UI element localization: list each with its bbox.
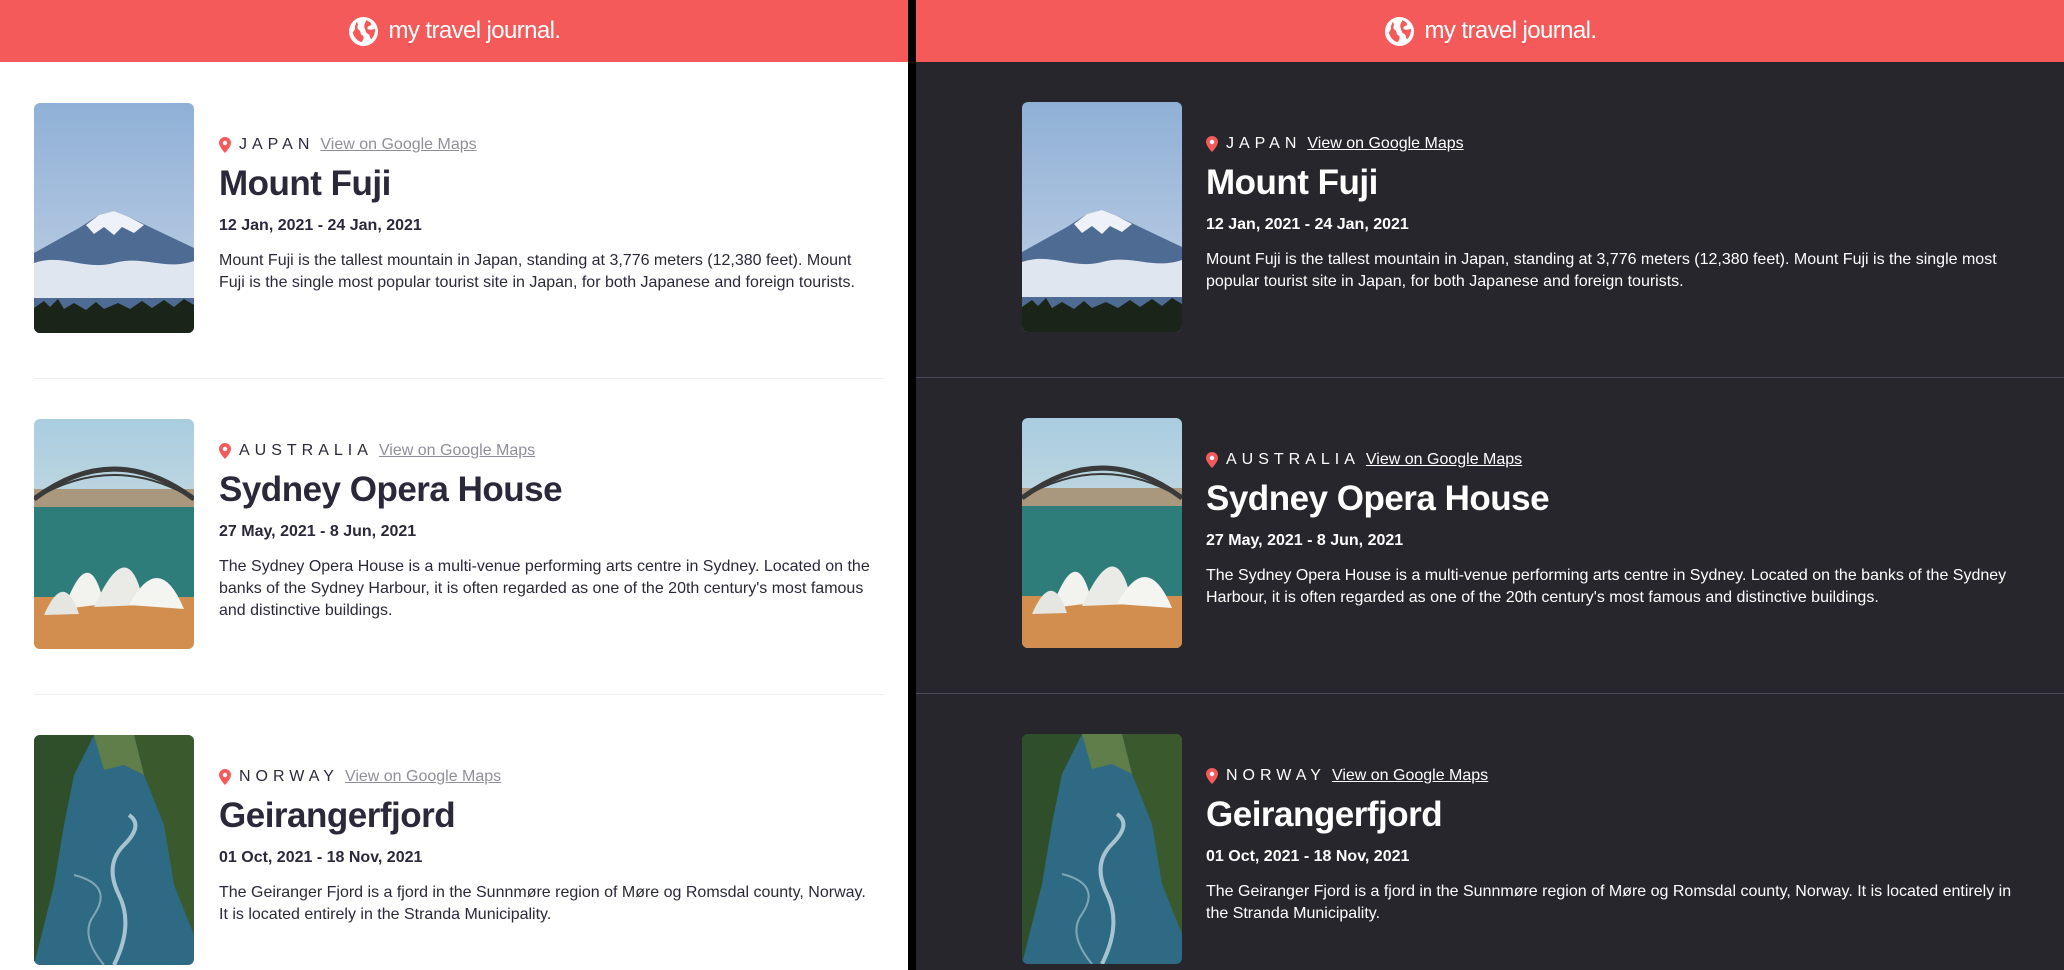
comparison-stage: my travel journal. JAPAN View on Google …: [0, 0, 2064, 970]
location-pin-icon: [1206, 136, 1218, 152]
entry-info: JAPAN View on Google Maps Mount Fuji 12 …: [219, 134, 879, 294]
google-maps-link[interactable]: View on Google Maps: [1332, 767, 1488, 785]
entry-title: Sydney Opera House: [1206, 479, 1550, 518]
geirangerfjord-photo: [1022, 734, 1182, 964]
dark-theme-panel: my travel journal. JAPAN View on Google …: [916, 0, 2064, 970]
entry-info: AUSTRALIA View on Google Maps Sydney Ope…: [219, 440, 879, 622]
app-title: my travel journal.: [388, 17, 562, 44]
location-row: JAPAN View on Google Maps: [1206, 133, 2036, 155]
country-label: JAPAN: [1226, 135, 1302, 152]
location-pin-icon: [1206, 768, 1218, 784]
location-row: AUSTRALIA View on Google Maps: [1206, 449, 2036, 471]
entry-info: NORWAY View on Google Maps Geirangerfjor…: [1206, 765, 2036, 925]
entry-title: Sydney Opera House: [219, 470, 563, 509]
country-label: NORWAY: [1226, 767, 1326, 784]
google-maps-link[interactable]: View on Google Maps: [1307, 135, 1463, 153]
entry-info: JAPAN View on Google Maps Mount Fuji 12 …: [1206, 133, 2036, 293]
entry-divider: [916, 693, 2064, 694]
entry-divider: [916, 377, 2064, 378]
location-row: NORWAY View on Google Maps: [219, 766, 879, 788]
sydney-opera-house-photo: [1022, 418, 1182, 648]
globe-icon: [1384, 16, 1415, 47]
entry-dates: 01 Oct, 2021 - 18 Nov, 2021: [1206, 848, 1410, 865]
entry-dates: 01 Oct, 2021 - 18 Nov, 2021: [219, 849, 423, 866]
entry-title: Mount Fuji: [219, 164, 391, 203]
entry-dates: 12 Jan, 2021 - 24 Jan, 2021: [1206, 216, 1409, 233]
google-maps-link[interactable]: View on Google Maps: [345, 768, 501, 786]
light-theme-panel: my travel journal. JAPAN View on Google …: [0, 0, 908, 970]
entry-title: Geirangerfjord: [219, 796, 456, 835]
entry-divider: [34, 378, 884, 379]
entry-divider: [34, 694, 884, 695]
app-header: my travel journal.: [0, 0, 908, 62]
country-label: NORWAY: [239, 768, 339, 785]
geirangerfjord-photo: [34, 735, 194, 965]
entry-description: The Geiranger Fjord is a fjord in the Su…: [219, 884, 866, 923]
entry-title: Geirangerfjord: [1206, 795, 1443, 834]
entry-description: Mount Fuji is the tallest mountain in Ja…: [1206, 251, 1997, 290]
entry-description: The Sydney Opera House is a multi-venue …: [1206, 567, 2007, 606]
entry-dates: 27 May, 2021 - 8 Jun, 2021: [1206, 532, 1404, 549]
country-label: AUSTRALIA: [239, 442, 373, 459]
location-row: AUSTRALIA View on Google Maps: [219, 440, 879, 462]
entry-description: The Sydney Opera House is a multi-venue …: [219, 558, 870, 619]
location-pin-icon: [219, 443, 231, 459]
entry-dates: 12 Jan, 2021 - 24 Jan, 2021: [219, 217, 422, 234]
app-header: my travel journal.: [916, 0, 2064, 62]
location-row: NORWAY View on Google Maps: [1206, 765, 2036, 787]
app-title: my travel journal.: [1424, 17, 1598, 44]
entry-info: AUSTRALIA View on Google Maps Sydney Ope…: [1206, 449, 2036, 609]
entry-title: Mount Fuji: [1206, 163, 1378, 202]
mount-fuji-photo: [1022, 102, 1182, 332]
entry-description: The Geiranger Fjord is a fjord in the Su…: [1206, 883, 2012, 922]
google-maps-link[interactable]: View on Google Maps: [320, 136, 476, 154]
location-pin-icon: [219, 137, 231, 153]
globe-icon: [348, 16, 379, 47]
entry-info: NORWAY View on Google Maps Geirangerfjor…: [219, 766, 879, 926]
location-row: JAPAN View on Google Maps: [219, 134, 879, 156]
entry-dates: 27 May, 2021 - 8 Jun, 2021: [219, 523, 417, 540]
location-pin-icon: [1206, 452, 1218, 468]
country-label: AUSTRALIA: [1226, 451, 1360, 468]
google-maps-link[interactable]: View on Google Maps: [1366, 451, 1522, 469]
entry-description: Mount Fuji is the tallest mountain in Ja…: [219, 252, 855, 291]
location-pin-icon: [219, 769, 231, 785]
mount-fuji-photo: [34, 103, 194, 333]
google-maps-link[interactable]: View on Google Maps: [379, 442, 535, 460]
country-label: JAPAN: [239, 136, 315, 153]
sydney-opera-house-photo: [34, 419, 194, 649]
